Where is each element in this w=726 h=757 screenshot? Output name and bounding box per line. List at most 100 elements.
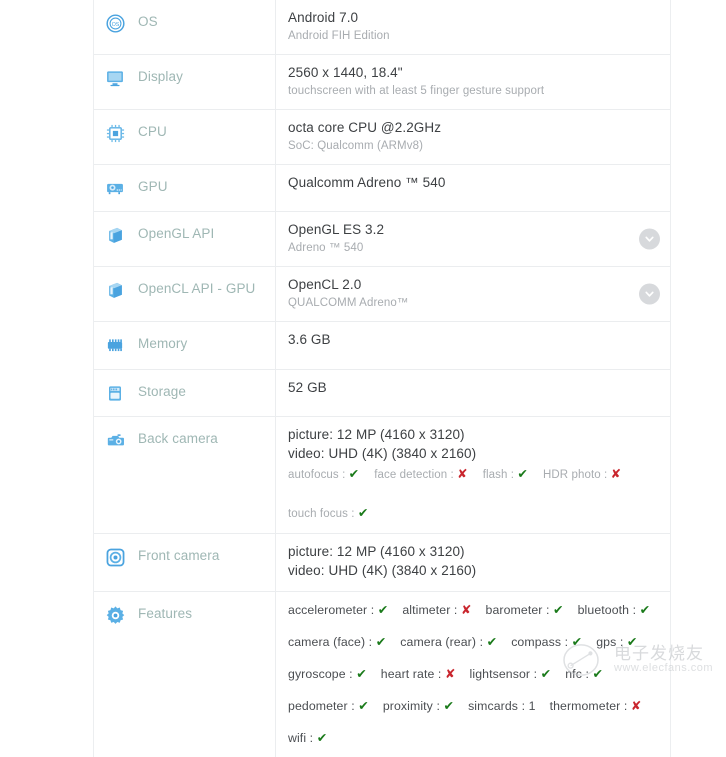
back-camera-picture: picture: 12 MP (4160 x 3120) bbox=[288, 427, 465, 442]
display-primary-value: 2560 x 1440, 18.4" bbox=[288, 65, 403, 80]
feature-item: camera (rear) : ✔ bbox=[400, 635, 497, 649]
features-line-5: wifi : ✔ bbox=[288, 729, 656, 747]
feature-name: compass : bbox=[511, 635, 572, 649]
front-camera-picture: picture: 12 MP (4160 x 3120) bbox=[288, 544, 465, 559]
spec-row-os: OS OS Android 7.0 Android FIH Edition bbox=[94, 0, 670, 55]
check-icon: ✔ bbox=[553, 603, 564, 617]
feature-item: accelerometer : ✔ bbox=[288, 603, 388, 617]
gpu-primary-value: Qualcomm Adreno ™ 540 bbox=[288, 175, 446, 190]
feature-name: HDR photo : bbox=[542, 469, 611, 481]
feature-value: 1 bbox=[528, 699, 536, 713]
check-icon: ✔ bbox=[357, 506, 369, 520]
cross-icon: ✘ bbox=[610, 467, 622, 481]
spec-value-cell-display: 2560 x 1440, 18.4" touchscreen with at l… bbox=[276, 55, 670, 109]
spec-label-cell-gpu: GPU bbox=[94, 165, 276, 211]
spec-label-opengl: OpenGL API bbox=[138, 226, 215, 241]
os-primary-value: Android 7.0 bbox=[288, 10, 359, 25]
spec-label-cell-display: Display bbox=[94, 55, 276, 109]
spec-label-back-camera: Back camera bbox=[138, 431, 218, 446]
spec-label-storage: Storage bbox=[138, 384, 186, 399]
feature-name: autofocus : bbox=[288, 469, 349, 481]
spec-row-opengl: OpenGL API OpenGL ES 3.2 Adreno ™ 540 bbox=[94, 212, 670, 267]
spec-value-cell-features: accelerometer : ✔ altimeter : ✘ barometer … bbox=[276, 592, 670, 757]
back-camera-icon bbox=[102, 429, 128, 451]
check-icon: ✔ bbox=[356, 667, 367, 681]
features-line-3: gyroscope : ✔ heart rate : ✘ lightsensor :… bbox=[288, 665, 656, 683]
spec-label-cell-opencl: OpenCL API - GPU bbox=[94, 267, 276, 321]
spec-value-cell-cpu: octa core CPU @2.2GHz SoC: Qualcomm (ARM… bbox=[276, 110, 670, 164]
feature-item: barometer : ✔ bbox=[486, 603, 564, 617]
check-icon: ✔ bbox=[592, 667, 604, 681]
feature-name: proximity : bbox=[382, 699, 444, 713]
spec-label-cell-memory: Memory bbox=[94, 322, 276, 369]
svg-text:OS: OS bbox=[111, 21, 119, 27]
check-icon: ✔ bbox=[316, 731, 328, 745]
features-icon bbox=[102, 604, 128, 626]
feature-name: accelerometer : bbox=[288, 603, 378, 617]
os-icon: OS bbox=[102, 12, 128, 34]
feature-item: altimeter : ✘ bbox=[402, 603, 471, 617]
feature-name: pedometer : bbox=[288, 699, 359, 713]
back-camera-video: video: UHD (4K) (3840 x 2160) bbox=[288, 446, 477, 461]
feature-item: thermometer : ✘ bbox=[550, 699, 642, 713]
gpu-icon bbox=[102, 177, 128, 199]
feature-name: altimeter : bbox=[402, 603, 461, 617]
spec-label-front-camera: Front camera bbox=[138, 548, 220, 563]
feature-item: proximity : ✔ bbox=[383, 699, 454, 713]
spec-label-cell-opengl: OpenGL API bbox=[94, 212, 276, 266]
check-icon: ✔ bbox=[626, 635, 638, 649]
features-line-2: camera (face) : ✔ camera (rear) : ✔ compas… bbox=[288, 633, 656, 651]
spec-value-cell-memory: 3.6 GB bbox=[276, 322, 670, 369]
spec-value-cell-storage: 52 GB bbox=[276, 370, 670, 416]
check-icon: ✔ bbox=[486, 635, 498, 649]
cpu-primary-value: octa core CPU @2.2GHz bbox=[288, 120, 442, 135]
feature-item: lightsensor : ✔ bbox=[470, 667, 552, 681]
memory-primary-value: 3.6 GB bbox=[288, 332, 331, 347]
spec-row-cpu: CPU octa core CPU @2.2GHz SoC: Qualcomm … bbox=[94, 110, 670, 165]
storage-icon bbox=[102, 382, 128, 404]
feature-name: gyroscope : bbox=[288, 667, 357, 681]
front-camera-icon bbox=[102, 546, 128, 568]
spec-value-cell-gpu: Qualcomm Adreno ™ 540 bbox=[276, 165, 670, 211]
back-camera-flags-line-2: touch focus : ✔ bbox=[288, 504, 656, 523]
spec-row-back-camera: Back camera picture: 12 MP (4160 x 3120)… bbox=[94, 417, 670, 534]
feature-item: heart rate : ✘ bbox=[381, 667, 456, 681]
opengl-secondary-value: Adreno ™ 540 bbox=[288, 242, 364, 254]
spec-label-memory: Memory bbox=[138, 336, 188, 351]
cross-icon: ✘ bbox=[630, 699, 642, 713]
chevron-down-icon-opencl[interactable] bbox=[639, 283, 660, 305]
feature-item: flash : ✔ bbox=[483, 467, 528, 481]
spec-row-opencl: OpenCL API - GPU OpenCL 2.0 QUALCOMM Adr… bbox=[94, 267, 670, 322]
feature-item: nfc : ✔ bbox=[565, 667, 603, 681]
feature-name: gps : bbox=[596, 635, 627, 649]
feature-item: gyroscope : ✔ bbox=[288, 667, 367, 681]
feature-item: HDR photo : ✘ bbox=[542, 467, 622, 481]
spec-label-features: Features bbox=[138, 606, 193, 621]
feature-item: bluetooth : ✔ bbox=[578, 603, 651, 617]
opencl-primary-value: OpenCL 2.0 bbox=[288, 277, 362, 292]
check-icon: ✔ bbox=[377, 603, 389, 617]
check-icon: ✔ bbox=[517, 467, 528, 481]
feature-name: touch focus : bbox=[288, 508, 358, 520]
spec-value-cell-opengl: OpenGL ES 3.2 Adreno ™ 540 bbox=[276, 212, 670, 266]
feature-name: barometer : bbox=[485, 603, 554, 617]
spec-value-cell-opencl: OpenCL 2.0 QUALCOMM Adreno™ bbox=[276, 267, 670, 321]
check-icon: ✔ bbox=[375, 635, 387, 649]
check-icon: ✔ bbox=[358, 699, 369, 713]
display-icon bbox=[102, 67, 128, 89]
storage-primary-value: 52 GB bbox=[288, 380, 327, 395]
device-spec-table: OS OS Android 7.0 Android FIH Edition Di… bbox=[93, 0, 671, 757]
chevron-down-icon-opengl[interactable] bbox=[639, 228, 660, 250]
spec-value-cell-back-camera: picture: 12 MP (4160 x 3120) video: UHD … bbox=[276, 417, 670, 533]
cross-icon: ✘ bbox=[457, 467, 468, 481]
opencl-icon bbox=[102, 279, 128, 301]
spec-label-cell-front-camera: Front camera bbox=[94, 534, 276, 591]
check-icon: ✔ bbox=[639, 603, 651, 617]
opengl-icon bbox=[102, 224, 128, 246]
check-icon: ✔ bbox=[540, 667, 552, 681]
memory-icon bbox=[102, 334, 128, 356]
spec-label-cell-features: Features bbox=[94, 592, 276, 757]
spec-label-cell-os: OS OS bbox=[94, 0, 276, 54]
spec-row-memory: Memory 3.6 GB bbox=[94, 322, 670, 370]
features-line-4: pedometer : ✔ proximity : ✔ simcards : 1th… bbox=[288, 697, 656, 715]
